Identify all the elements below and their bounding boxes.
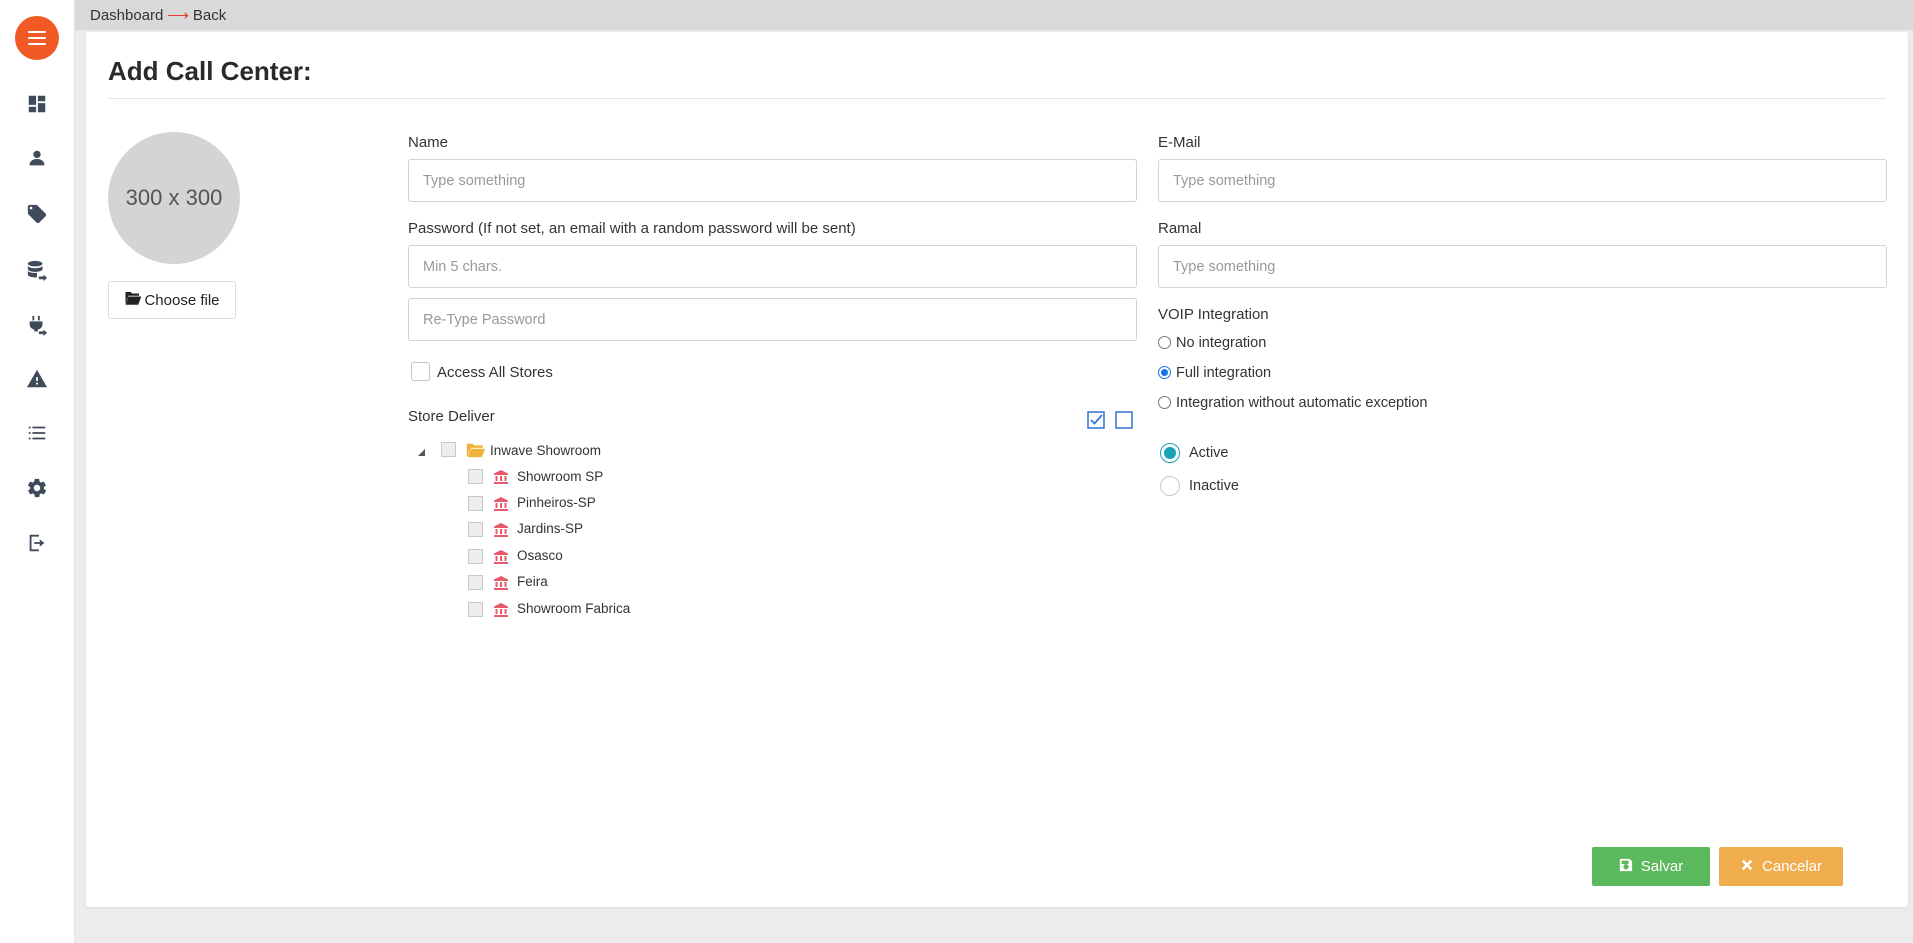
dashboard-icon[interactable] [22, 89, 52, 119]
voip-no-integration-label[interactable]: No integration [1176, 335, 1266, 351]
store-label[interactable]: Jardins-SP [517, 521, 583, 536]
ramal-label: Ramal [1158, 220, 1202, 237]
voip-integration-label: VOIP Integration [1158, 306, 1269, 323]
status-active-label[interactable]: Active [1189, 445, 1229, 461]
breadcrumb-dashboard-link[interactable]: Dashboard [90, 7, 163, 24]
store-checkbox[interactable] [468, 522, 483, 537]
menu-toggle-button[interactable] [15, 16, 59, 60]
store-deliver-label: Store Deliver [408, 408, 495, 425]
close-icon [1740, 858, 1754, 876]
tree-collapse-icon[interactable] [416, 444, 426, 456]
access-all-stores-checkbox[interactable] [411, 362, 430, 381]
users-icon[interactable] [22, 144, 52, 174]
title-divider [108, 98, 1886, 99]
warning-icon[interactable] [22, 364, 52, 394]
breadcrumb-arrow: ⟶ [167, 7, 189, 24]
bank-icon [493, 549, 509, 565]
voip-no-exception-radio[interactable] [1158, 396, 1171, 409]
sidebar [0, 0, 75, 943]
folder-open-icon [124, 290, 142, 310]
choose-file-label: Choose file [144, 291, 220, 309]
voip-no-exception-label[interactable]: Integration without automatic exception [1176, 395, 1427, 411]
plug-export-icon[interactable] [22, 310, 52, 340]
bank-icon [493, 522, 509, 538]
floppy-disk-icon [1619, 858, 1633, 876]
store-checkbox[interactable] [468, 496, 483, 511]
top-bar [75, 0, 1913, 30]
password-input[interactable] [408, 245, 1137, 288]
access-all-stores-label: Access All Stores [437, 364, 553, 381]
store-label[interactable]: Osasco [517, 548, 563, 563]
breadcrumb-back-link[interactable]: Back [193, 7, 226, 24]
name-label: Name [408, 134, 449, 151]
cancel-button[interactable]: Cancelar [1719, 847, 1843, 886]
breadcrumb: Dashboard ⟶ Back [90, 6, 226, 24]
voip-full-integration-label[interactable]: Full integration [1176, 365, 1271, 381]
page-title: Add Call Center: [108, 56, 312, 86]
avatar-placeholder-text: 300 x 300 [125, 185, 223, 210]
password-label: Password (If not set, an email with a ra… [408, 220, 856, 237]
database-export-icon[interactable] [22, 256, 52, 286]
email-input[interactable] [1158, 159, 1887, 202]
choose-file-button[interactable]: Choose file [108, 281, 236, 319]
retype-password-input[interactable] [408, 298, 1137, 341]
store-checkbox[interactable] [468, 602, 483, 617]
name-input[interactable] [408, 159, 1137, 202]
store-label[interactable]: Showroom Fabrica [517, 601, 630, 616]
logout-icon[interactable] [22, 528, 52, 558]
bank-icon [493, 469, 509, 485]
tree-root-checkbox[interactable] [441, 442, 456, 457]
uncheck-all-icon[interactable] [1114, 410, 1134, 430]
email-label: E-Mail [1158, 134, 1201, 151]
status-inactive-radio[interactable] [1160, 476, 1180, 496]
list-icon[interactable] [22, 418, 52, 448]
store-label[interactable]: Showroom SP [517, 469, 603, 484]
avatar-placeholder: 300 x 300 [108, 132, 240, 264]
folder-open-icon [466, 442, 486, 458]
tag-icon[interactable] [22, 199, 52, 229]
save-label: Salvar [1640, 858, 1684, 875]
store-label[interactable]: Feira [517, 574, 548, 589]
status-active-radio[interactable] [1160, 443, 1180, 463]
store-checkbox[interactable] [468, 575, 483, 590]
gear-icon[interactable] [22, 473, 52, 503]
cancel-label: Cancelar [1761, 858, 1823, 875]
bank-icon [493, 602, 509, 618]
store-label[interactable]: Pinheiros-SP [517, 495, 596, 510]
store-checkbox[interactable] [468, 549, 483, 564]
store-checkbox[interactable] [468, 469, 483, 484]
bank-icon [493, 496, 509, 512]
voip-no-integration-radio[interactable] [1158, 336, 1171, 349]
bank-icon [493, 575, 509, 591]
tree-root-label[interactable]: Inwave Showroom [490, 443, 601, 458]
check-all-icon[interactable] [1086, 410, 1106, 430]
status-inactive-label[interactable]: Inactive [1189, 478, 1239, 494]
voip-full-integration-radio[interactable] [1158, 366, 1171, 379]
main-card: Add Call Center: 300 x 300 Choose file N… [86, 32, 1908, 907]
save-button[interactable]: Salvar [1592, 847, 1710, 886]
ramal-input[interactable] [1158, 245, 1887, 288]
